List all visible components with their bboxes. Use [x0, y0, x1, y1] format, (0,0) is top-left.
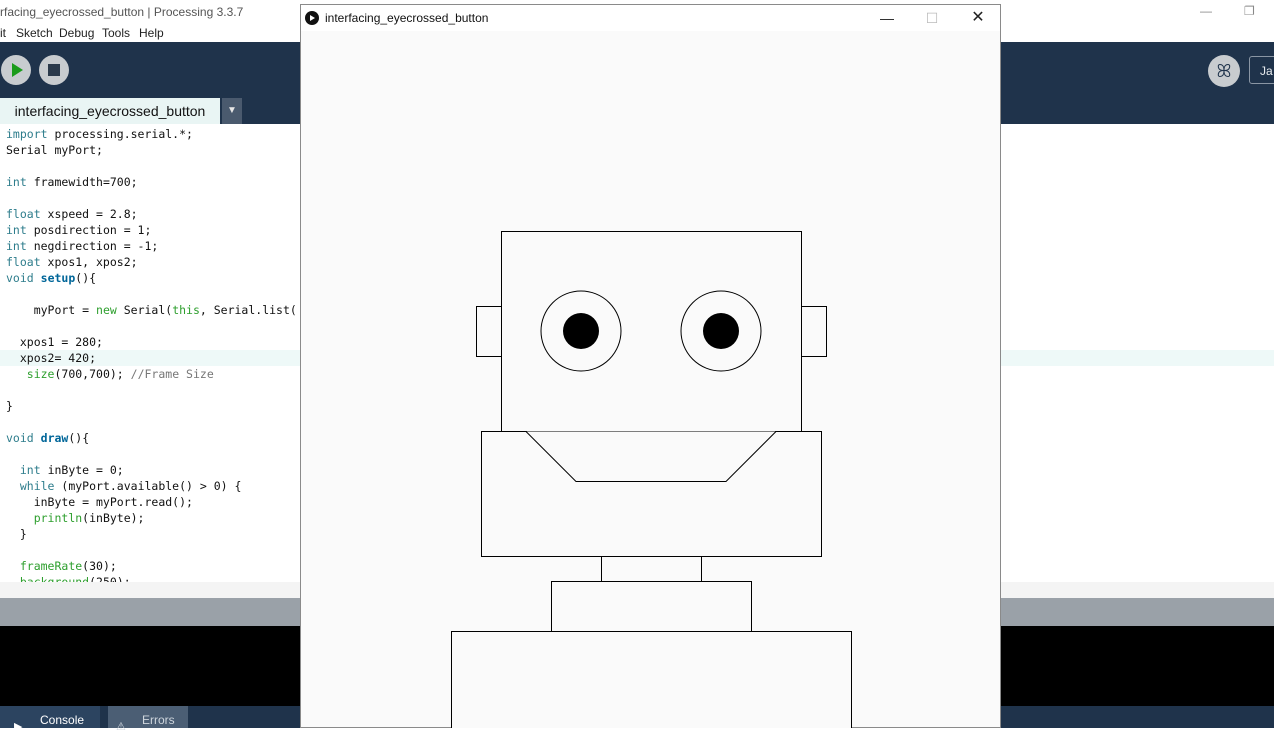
ide-minimize-button[interactable]: — — [1200, 0, 1212, 22]
code-line: int framewidth=700; — [6, 175, 138, 189]
robot-shoulders — [551, 581, 752, 632]
code-line: int inByte = 0; — [19, 463, 124, 477]
code-line: Serial myPort; — [6, 143, 103, 157]
sketch-window: interfacing_eyecrossed_button — ☐ ✕ — [300, 4, 1001, 728]
play-icon — [12, 63, 23, 77]
debug-mode-butterfly-icon[interactable]: ꕤ — [1208, 55, 1240, 87]
menu-debug[interactable]: Debug — [59, 24, 94, 42]
errors-tab-label: Errors — [142, 713, 175, 727]
code-line: } — [6, 399, 13, 413]
code-line: int posdirection = 1; — [6, 223, 152, 237]
code-line: void setup(){ — [6, 271, 97, 285]
code-line: println(inByte); — [33, 511, 145, 525]
minimize-button[interactable]: — — [864, 5, 910, 31]
console-tab-label: Console — [40, 713, 85, 727]
warning-icon: ⚠ — [116, 721, 126, 733]
maximize-button[interactable]: ☐ — [909, 5, 955, 31]
menu-edit[interactable]: it — [0, 24, 6, 42]
code-line: while (myPort.available() > 0) { — [19, 479, 242, 493]
code-line: float xpos1, xpos2; — [6, 255, 138, 269]
sketch-window-titlebar[interactable]: interfacing_eyecrossed_button — ☐ ✕ — [301, 5, 1000, 31]
code-line: import processing.serial.*; — [6, 127, 193, 141]
robot-right-ear — [801, 306, 827, 357]
menu-help[interactable]: Help — [139, 24, 164, 42]
errors-tab[interactable]: ⚠ Errors — [108, 706, 188, 733]
run-button[interactable] — [1, 55, 31, 85]
robot-body — [451, 631, 852, 728]
code-line: myPort = new Serial(this, Serial.list( — [6, 303, 297, 317]
code-line: int negdirection = -1; — [6, 239, 159, 253]
close-button[interactable]: ✕ — [955, 5, 1001, 31]
processing-app-icon — [305, 11, 319, 25]
code-line: background(250); — [19, 575, 131, 582]
robot-left-ear — [476, 306, 502, 357]
sketch-window-title: interfacing_eyecrossed_button — [325, 11, 489, 25]
ide-window-title: rfacing_eyecrossed_button | Processing 3… — [0, 5, 244, 19]
menu-tools[interactable]: Tools — [102, 24, 130, 42]
ide-restore-button[interactable]: ❐ — [1244, 0, 1255, 22]
tab-menu-arrow-icon[interactable]: ▼ — [222, 98, 242, 124]
code-text: import processing.serial.*; Serial myPort… — [6, 126, 297, 582]
code-line: void draw(){ — [6, 431, 90, 445]
console-tab[interactable]: ▶_ Console — [0, 706, 100, 733]
console-icon: ▶_ — [14, 721, 29, 733]
robot-neck — [601, 556, 702, 582]
code-line: inByte = myPort.read(); — [6, 495, 193, 509]
sketch-canvas[interactable] — [301, 31, 1000, 728]
code-line: float xspeed = 2.8; — [6, 207, 138, 221]
stop-button[interactable] — [39, 55, 69, 85]
robot-right-pupil — [703, 313, 739, 349]
code-line: xpos1 = 280; — [6, 335, 103, 349]
menu-sketch[interactable]: Sketch — [16, 24, 53, 42]
code-line: frameRate(30); — [19, 559, 117, 573]
code-line: } — [6, 527, 27, 541]
robot-left-pupil — [563, 313, 599, 349]
tab-sketch[interactable]: interfacing_eyecrossed_button — [0, 98, 220, 124]
code-line: size(700,700); //Frame Size — [26, 367, 214, 381]
stop-icon — [48, 64, 60, 76]
code-line: xpos2= 420; — [6, 351, 97, 365]
mode-selector[interactable]: Ja — [1249, 56, 1274, 84]
